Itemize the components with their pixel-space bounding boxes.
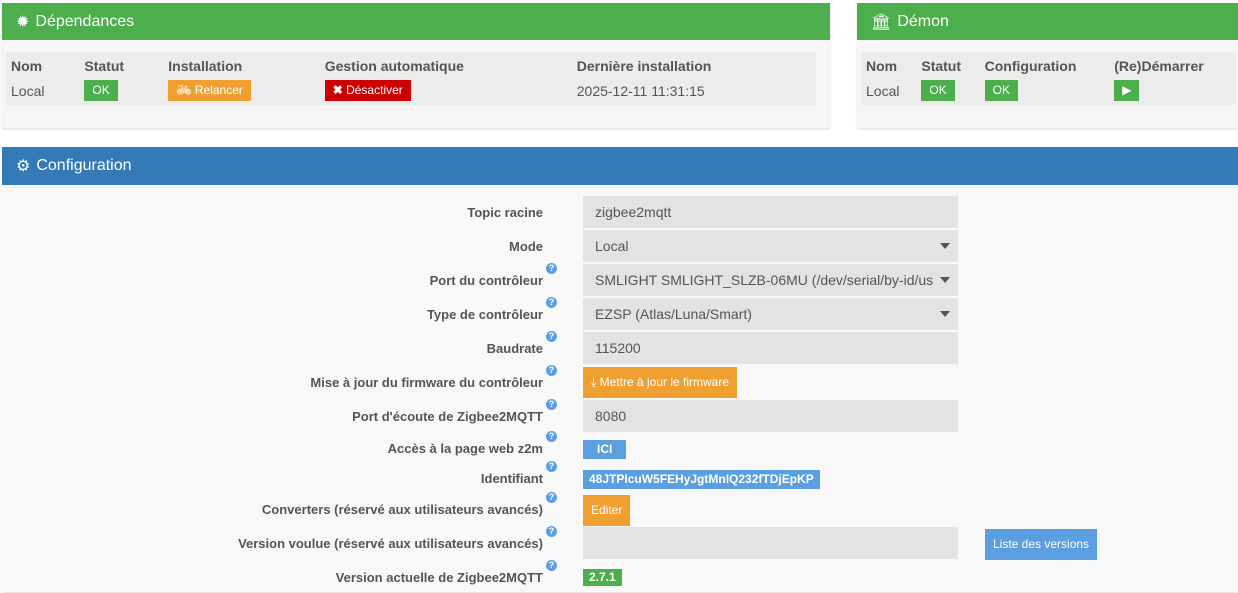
identifier-badge: 48JTPIcuW5FEHyJgtMnIQ232fTDjEpKP: [583, 470, 820, 489]
port-value: SMLIGHT SMLIGHT_SLZB-06MU (/dev/serial/b…: [595, 272, 934, 288]
bank-icon: 🏛︎: [871, 13, 892, 31]
daemon-name: Local: [866, 82, 900, 99]
x-icon: ✖: [332, 83, 347, 97]
version-list-button[interactable]: Liste des versions: [985, 529, 1098, 560]
help-icon[interactable]: ?: [546, 431, 557, 442]
help-icon[interactable]: ?: [546, 331, 557, 342]
caret-down-icon: [940, 243, 950, 254]
mode-value: Local: [595, 238, 629, 254]
topic-input[interactable]: zigbee2mqtt: [583, 196, 958, 228]
help-icon[interactable]: ?: [546, 297, 557, 308]
baud-label: Baudrate: [486, 340, 543, 356]
dependencies-panel: ✹ Dépendances Nom Statut Installation Gestio…: [2, 3, 830, 128]
mode-label: Mode: [509, 238, 543, 254]
current-version-label: Version actuelle de Zigbee2MQTT: [335, 569, 543, 585]
caret-down-icon: [940, 311, 950, 322]
dependencies-table: Nom Statut Installation Gestion automatique…: [6, 52, 816, 105]
help-icon[interactable]: ?: [546, 365, 557, 376]
port-label: Port du contrôleur: [429, 272, 543, 288]
topic-label: Topic racine: [467, 204, 543, 220]
last-install: 2025-12-11 11:31:15: [576, 82, 705, 99]
start-button[interactable]: ▶: [1114, 80, 1140, 101]
help-icon[interactable]: ?: [546, 263, 557, 274]
daemon-header: 🏛︎ Démon: [857, 3, 1238, 40]
bicycle-icon: 🚲︎: [176, 83, 195, 97]
mode-select[interactable]: Local: [583, 230, 958, 262]
configuration-header: ⚙ Configuration: [2, 147, 1238, 185]
help-icon[interactable]: ?: [546, 492, 557, 503]
daemon-table: Nom Statut Configuration (Re)Démarrer Local…: [861, 52, 1236, 105]
dep-status-badge: OK: [84, 80, 118, 101]
converters-label: Converters (réservé aux utilisateurs ava…: [261, 501, 543, 517]
play-icon: ▶: [1122, 83, 1132, 97]
port-select[interactable]: SMLIGHT SMLIGHT_SLZB-06MU (/dev/serial/b…: [583, 264, 958, 296]
help-icon[interactable]: ?: [546, 399, 557, 410]
type-value: EZSP (Atlas/Luna/Smart): [595, 306, 752, 322]
daemon-config-badge: OK: [984, 80, 1018, 101]
wanted-version-input[interactable]: [583, 527, 958, 559]
firmware-update-button[interactable]: ⤓ Mettre à jour le firmware: [583, 367, 738, 398]
wanted-version-label: Version voulue (réservé aux utilisateurs…: [238, 535, 543, 551]
col-statut: Statut: [921, 58, 962, 74]
col-config: Configuration: [984, 58, 1077, 74]
listen-port-input[interactable]: 8080: [583, 400, 958, 432]
col-installation: Installation: [168, 58, 243, 74]
web-link-button[interactable]: ICI: [583, 440, 627, 459]
dep-name: Local: [11, 82, 45, 99]
help-icon[interactable]: ?: [546, 461, 557, 472]
col-nom: Nom: [11, 58, 43, 74]
cogs-icon: ⚙: [16, 158, 31, 175]
col-derniere: Dernière installation: [576, 58, 712, 74]
help-icon[interactable]: ?: [546, 526, 557, 537]
identifier-label: Identifiant: [480, 470, 543, 486]
col-restart: (Re)Démarrer: [1114, 58, 1204, 74]
cog-icon: ✹: [16, 13, 30, 31]
daemon-status-badge: OK: [921, 80, 955, 101]
listen-port-label: Port d'écoute de Zigbee2MQTT: [352, 408, 543, 424]
edit-converters-button[interactable]: Editer: [583, 495, 631, 526]
type-select[interactable]: EZSP (Atlas/Luna/Smart): [583, 298, 958, 330]
help-icon[interactable]: ?: [546, 560, 557, 571]
current-version-badge: 2.7.1: [583, 569, 622, 586]
col-nom: Nom: [866, 58, 898, 74]
caret-down-icon: [940, 277, 950, 288]
firmware-label: Mise à jour du firmware du contrôleur: [310, 374, 543, 390]
baud-input[interactable]: 115200: [583, 332, 958, 364]
disable-button[interactable]: ✖ Désactiver: [324, 80, 411, 101]
download-icon: ⤓: [591, 375, 600, 389]
type-label: Type de contrôleur: [426, 306, 543, 322]
web-label: Accès à la page web z2m: [387, 440, 543, 456]
col-statut: Statut: [84, 58, 125, 74]
dependencies-header: ✹ Dépendances: [2, 3, 830, 40]
daemon-panel: 🏛︎ Démon Nom Statut Configuration (Re)Démarr…: [857, 3, 1238, 128]
col-gestion: Gestion automatique: [324, 58, 464, 74]
relaunch-button[interactable]: 🚲︎ Relancer: [168, 80, 251, 101]
